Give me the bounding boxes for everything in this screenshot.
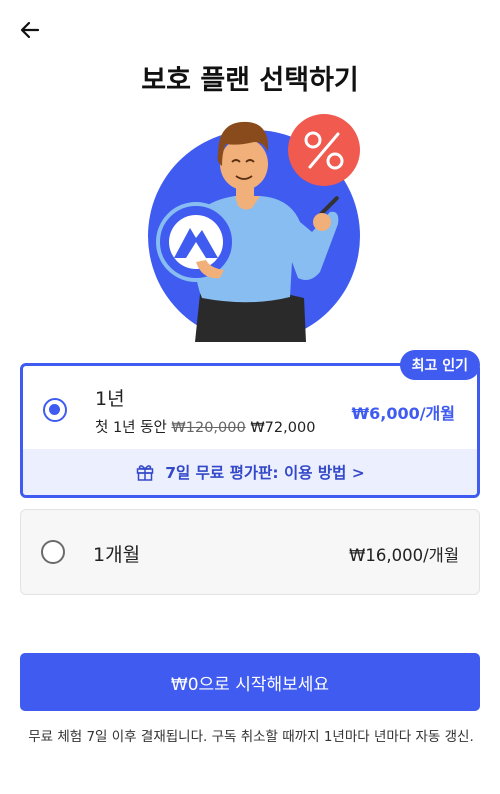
back-arrow-icon — [20, 21, 40, 39]
original-price: ₩120,000 — [171, 420, 246, 436]
gift-icon — [136, 465, 154, 481]
plan-name: 1년 — [95, 388, 125, 410]
trial-info-link[interactable]: 7일 무료 평가판: 이용 방법 > — [23, 449, 477, 495]
plan-option-monthly[interactable]: 1개월 ₩16,000/개월 — [20, 509, 480, 595]
plan-price: ₩6,000/개월 — [351, 404, 455, 423]
radio-unselected[interactable] — [41, 540, 65, 564]
radio-selected[interactable] — [43, 398, 67, 422]
plan-subtitle: 첫 1년 동안 ₩120,000 ₩72,000 — [95, 416, 315, 437]
mountain-logo-icon — [156, 202, 236, 282]
popular-badge: 최고 인기 — [399, 350, 480, 380]
back-button[interactable] — [16, 16, 44, 44]
trial-link-label: 7일 무료 평가판: 이용 방법 > — [165, 464, 365, 482]
billing-disclaimer: 무료 체험 7일 이후 결재됩니다. 구독 취소할 때까지 1년마다 년마다 자… — [28, 729, 474, 745]
plan-name: 1개월 — [93, 544, 141, 566]
discount-price: ₩72,000 — [245, 420, 316, 436]
percent-icon — [288, 114, 360, 186]
plan-option-yearly[interactable]: 최고 인기 1년 첫 1년 동안 ₩120,000 ₩72,000 ₩6,000… — [20, 350, 480, 498]
hero-illustration — [148, 114, 360, 342]
plan-sub-prefix: 첫 1년 동안 — [95, 420, 172, 436]
plan-price: ₩16,000/개월 — [349, 546, 459, 565]
start-button[interactable]: ₩0으로 시작해보세요 — [20, 653, 480, 711]
page-title: 보호 플랜 선택하기 — [141, 65, 359, 96]
